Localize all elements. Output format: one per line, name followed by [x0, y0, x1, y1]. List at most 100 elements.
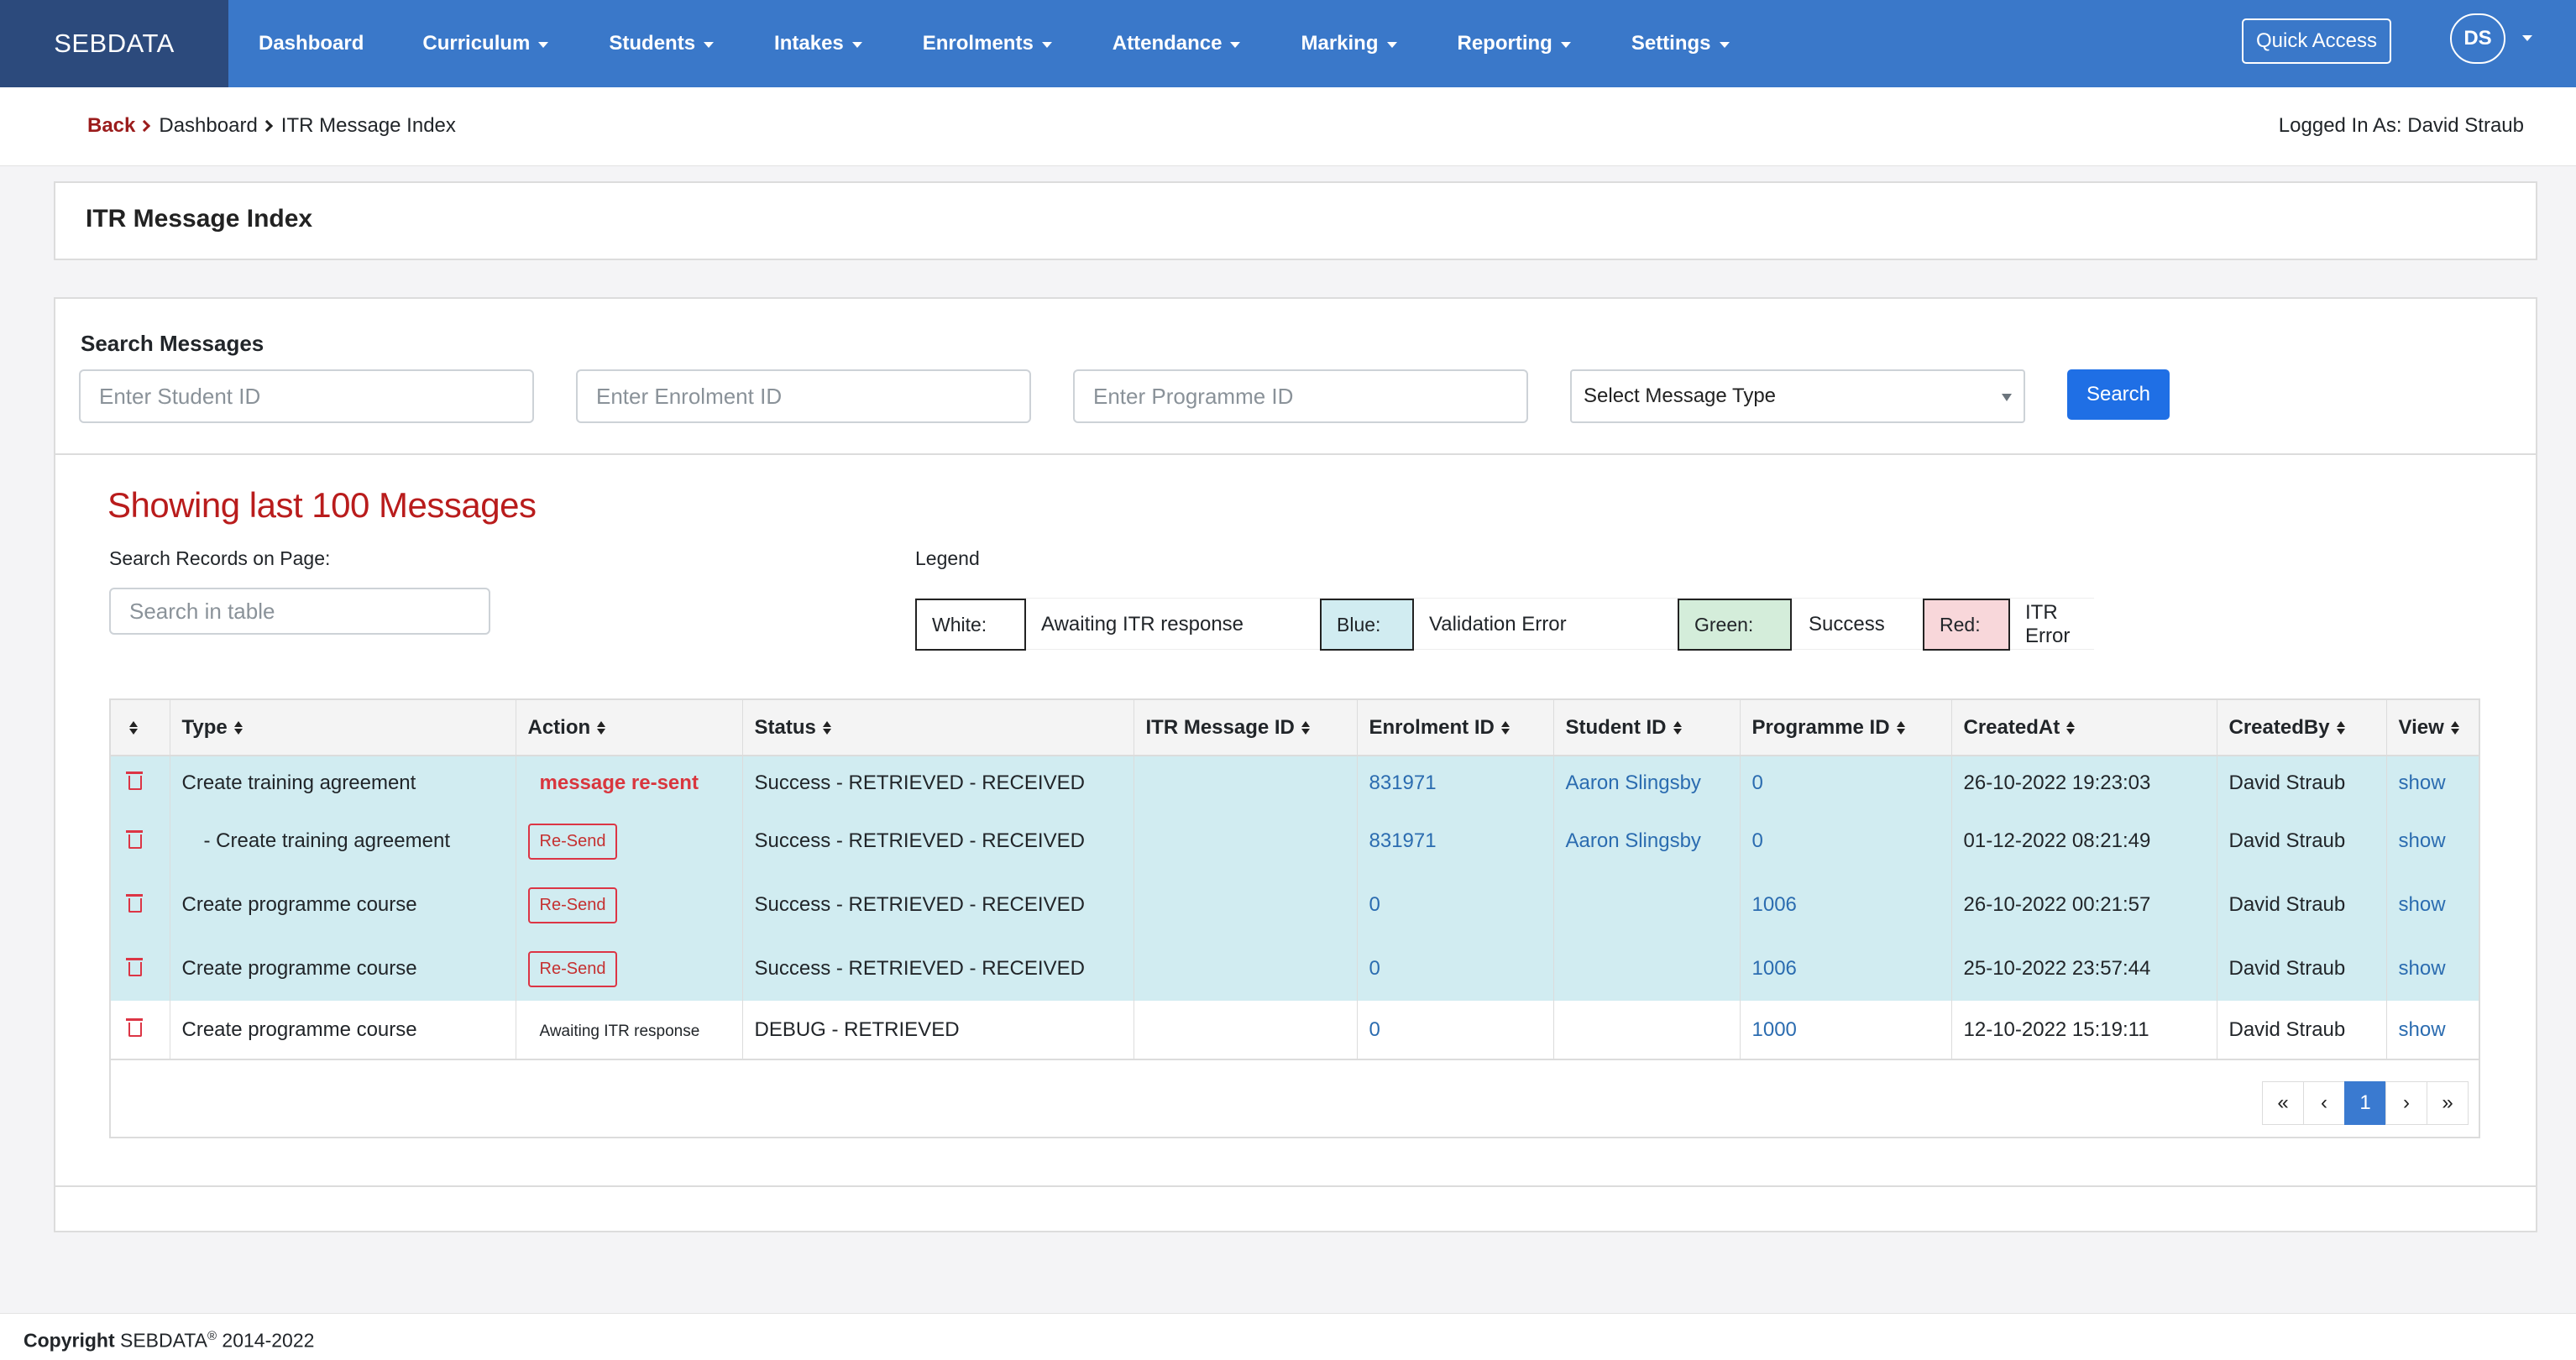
action-cell: Re-Send [516, 937, 743, 1001]
nav-marking[interactable]: Marking [1301, 0, 1397, 87]
student-id-link[interactable]: Aaron Slingsby [1553, 809, 1741, 873]
nav-attendance-label: Attendance [1112, 32, 1223, 55]
created-at-cell: 25-10-2022 23:57:44 [1951, 937, 2217, 1001]
sort-column-header[interactable] [111, 700, 170, 756]
type-column-header[interactable]: Type [170, 700, 516, 756]
student-id-link[interactable]: Aaron Slingsby [1553, 756, 1741, 809]
view-show-link[interactable]: show [2386, 873, 2479, 937]
pagination-page-button[interactable]: 1 [2344, 1081, 2386, 1125]
view-show-link[interactable]: show [2386, 937, 2479, 1001]
logged-in-user: Logged In As: David Straub [2278, 114, 2524, 137]
copyright-company: SEBDATA [120, 1329, 207, 1352]
nav-students-label: Students [609, 32, 696, 55]
top-navbar: SEBDATA Dashboard Curriculum Students In… [0, 0, 2576, 87]
enrolment-id-link[interactable]: 0 [1357, 937, 1554, 1001]
student-id-cell [1553, 873, 1741, 937]
view-show-link[interactable]: show [2386, 1001, 2479, 1060]
enrolment-id-link[interactable]: 0 [1357, 873, 1554, 937]
pagination-next-button[interactable]: › [2385, 1081, 2427, 1125]
quick-access-button[interactable]: Quick Access [2242, 18, 2391, 64]
messages-card: Search Messages Enter Student ID Enter E… [54, 297, 2537, 1232]
trash-icon[interactable] [126, 1017, 143, 1037]
enrolment-id-column-header[interactable]: Enrolment ID [1357, 700, 1554, 756]
table-search-input[interactable]: Search in table [109, 588, 490, 635]
nav-reporting-label: Reporting [1457, 32, 1552, 55]
created-by-cell: David Straub [2217, 937, 2387, 1001]
programme-id-link[interactable]: 1006 [1740, 937, 1952, 1001]
programme-id-link[interactable]: 0 [1740, 809, 1952, 873]
pagination-first-button[interactable]: « [2262, 1081, 2304, 1125]
programme-id-link[interactable]: 0 [1740, 756, 1952, 809]
awaiting-status-label: Awaiting ITR response [539, 1022, 700, 1040]
programme-id-input[interactable]: Enter Programme ID [1073, 369, 1528, 423]
legend-white-swatch: White: [915, 599, 1026, 651]
itr-id-column-header[interactable]: ITR Message ID [1134, 700, 1358, 756]
enrolment-id-link[interactable]: 831971 [1357, 809, 1554, 873]
view-column-header[interactable]: View [2386, 700, 2479, 756]
created-at-column-header[interactable]: CreatedAt [1951, 700, 2217, 756]
message-resent-label: message re-sent [539, 771, 699, 794]
breadcrumb-dashboard-link[interactable]: Dashboard [159, 114, 257, 138]
enrolment-id-input[interactable]: Enter Enrolment ID [576, 369, 1031, 423]
pagination-prev-button[interactable]: ‹ [2303, 1081, 2345, 1125]
itr-id-cell [1134, 873, 1358, 937]
caret-down-icon [1719, 41, 1730, 48]
programme-id-link[interactable]: 1000 [1740, 1001, 1952, 1060]
created-by-cell: David Straub [2217, 1001, 2387, 1060]
student-id-column-header[interactable]: Student ID [1553, 700, 1741, 756]
nav-enrolments[interactable]: Enrolments [923, 0, 1052, 87]
trash-icon[interactable] [126, 892, 143, 913]
nav-intakes[interactable]: Intakes [774, 0, 862, 87]
nav-marking-label: Marking [1301, 32, 1379, 55]
message-type-select[interactable]: Select Message Type [1570, 369, 2025, 423]
delete-cell [111, 873, 170, 937]
nav-students[interactable]: Students [609, 0, 715, 87]
itr-id-cell [1134, 937, 1358, 1001]
enrolment-id-link[interactable]: 831971 [1357, 756, 1554, 809]
nav-reporting[interactable]: Reporting [1458, 0, 1571, 87]
sort-icon [129, 721, 138, 735]
action-column-header[interactable]: Action [516, 700, 743, 756]
resend-button[interactable]: Re-Send [527, 887, 618, 923]
legend-red-desc: ITR Error [2025, 601, 2071, 647]
nav-dashboard[interactable]: Dashboard [259, 0, 364, 87]
created-by-column-header[interactable]: CreatedBy [2217, 700, 2387, 756]
status-header-label: Status [754, 715, 816, 739]
table-row: Create programme course Re-Send Success … [111, 873, 2479, 937]
status-column-header[interactable]: Status [742, 700, 1134, 756]
legend-green-swatch: Green: [1678, 599, 1792, 651]
brand-logo[interactable]: SEBDATA [0, 0, 228, 87]
search-button[interactable]: Search [2067, 369, 2170, 420]
resend-button[interactable]: Re-Send [527, 823, 618, 860]
student-id-cell [1553, 1001, 1741, 1060]
trash-icon[interactable] [126, 956, 143, 976]
created-by-cell: David Straub [2217, 756, 2387, 809]
created-at-cell: 26-10-2022 19:23:03 [1951, 756, 2217, 809]
trash-icon[interactable] [126, 770, 143, 790]
pagination: « ‹ 1 › » [2262, 1081, 2469, 1125]
nav-attendance[interactable]: Attendance [1113, 0, 1241, 87]
caret-down-icon [1230, 41, 1241, 48]
nav-settings[interactable]: Settings [1631, 0, 1730, 87]
student-id-input[interactable]: Enter Student ID [79, 369, 534, 423]
programme-id-column-header[interactable]: Programme ID [1740, 700, 1952, 756]
programme-id-link[interactable]: 1006 [1740, 873, 1952, 937]
legend-white-desc: Awaiting ITR response [1041, 613, 1244, 636]
breadcrumb: Back Dashboard ITR Message Index [87, 114, 456, 138]
nav-curriculum[interactable]: Curriculum [422, 0, 549, 87]
copyright-years: 2014-2022 [222, 1329, 315, 1352]
resend-button[interactable]: Re-Send [527, 950, 618, 987]
action-cell: Awaiting ITR response [516, 1001, 743, 1060]
breadcrumb-current: ITR Message Index [280, 114, 456, 137]
user-avatar[interactable]: DS [2450, 13, 2505, 64]
nav-dashboard-label: Dashboard [259, 32, 364, 55]
breadcrumb-back-link[interactable]: Back [87, 114, 135, 138]
view-show-link[interactable]: show [2386, 809, 2479, 873]
search-section-title: Search Messages [81, 331, 264, 356]
user-menu-caret-icon[interactable] [2522, 35, 2532, 41]
pagination-last-button[interactable]: » [2427, 1081, 2469, 1125]
trash-icon[interactable] [126, 829, 143, 849]
view-show-link[interactable]: show [2386, 756, 2479, 809]
enrolment-id-link[interactable]: 0 [1357, 1001, 1554, 1060]
legend-blue-swatch: Blue: [1320, 599, 1414, 651]
